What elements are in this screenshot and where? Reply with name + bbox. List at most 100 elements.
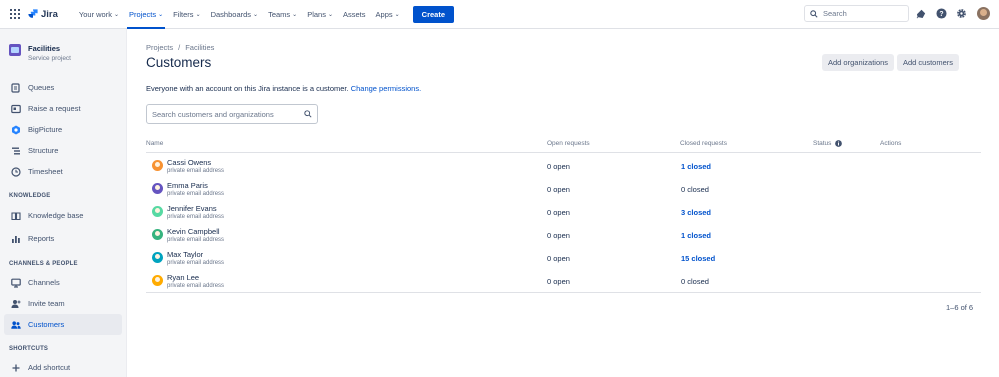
raise-request-icon bbox=[11, 104, 21, 113]
column-header-status-label: Status bbox=[813, 140, 832, 147]
column-header-name[interactable]: Name bbox=[146, 140, 163, 147]
customer-name[interactable]: Kevin Campbell bbox=[167, 227, 220, 236]
sidebar-item-label: Reports bbox=[28, 234, 55, 243]
notifications-icon[interactable] bbox=[916, 8, 927, 19]
closed-requests-link[interactable]: 1 closed bbox=[681, 231, 711, 240]
add-organizations-button[interactable]: Add organizations bbox=[822, 54, 895, 71]
sidebar-item-add-shortcut[interactable]: Add shortcut bbox=[4, 357, 122, 377]
nav-apps[interactable]: Apps ⌄ bbox=[371, 0, 405, 29]
change-permissions-link[interactable]: Change permissions. bbox=[351, 84, 421, 93]
nav-teams[interactable]: Teams ⌄ bbox=[263, 0, 302, 29]
sidebar-item-timesheet[interactable]: Timesheet bbox=[4, 161, 122, 182]
project-avatar-icon bbox=[9, 44, 21, 56]
customers-icon bbox=[11, 320, 21, 329]
table-row: Emma Paris private email address 0 open … bbox=[146, 179, 981, 202]
nav-filters-label: Filters bbox=[173, 9, 194, 19]
breadcrumb: Projects / Facilities bbox=[146, 43, 214, 52]
customer-name[interactable]: Ryan Lee bbox=[167, 273, 199, 282]
table-row: Max Taylor private email address 0 open … bbox=[146, 248, 981, 271]
sidebar-item-label: Customers bbox=[28, 320, 65, 329]
customer-search-input[interactable]: Search customers and organizations bbox=[146, 104, 318, 124]
sidebar-item-label: Timesheet bbox=[28, 167, 63, 176]
plus-icon bbox=[12, 364, 20, 371]
svg-text:?: ? bbox=[939, 11, 943, 18]
column-header-closed-requests[interactable]: Closed requests bbox=[680, 140, 727, 147]
project-sidebar: Facilities Service project Queues Raise … bbox=[0, 29, 127, 377]
nav-dashboards[interactable]: Dashboards ⌄ bbox=[206, 0, 263, 29]
sidebar-item-channels[interactable]: Channels bbox=[4, 272, 122, 293]
breadcrumb-facilities[interactable]: Facilities bbox=[185, 43, 214, 52]
sidebar-item-knowledge-base[interactable]: Knowledge base bbox=[4, 205, 122, 226]
nav-dashboards-label: Dashboards bbox=[210, 9, 252, 19]
breadcrumb-projects[interactable]: Projects bbox=[146, 43, 173, 52]
nav-projects-label: Projects bbox=[129, 9, 157, 19]
open-requests-count: 0 open bbox=[547, 162, 570, 171]
table-row: Cassi Owens private email address 0 open… bbox=[146, 156, 981, 179]
sidebar-item-customers[interactable]: Customers bbox=[4, 314, 122, 335]
customer-email: private email address bbox=[167, 237, 225, 243]
chevron-down-icon: ⌄ bbox=[195, 11, 201, 18]
sidebar-item-structure[interactable]: Structure bbox=[4, 140, 122, 161]
jira-logo-text: Jira bbox=[41, 8, 58, 20]
customer-avatar bbox=[152, 275, 163, 286]
nav-teams-label: Teams bbox=[268, 9, 291, 19]
add-customers-button[interactable]: Add customers bbox=[897, 54, 960, 71]
sidebar-item-raise-request[interactable]: Raise a request bbox=[4, 98, 122, 119]
channels-icon bbox=[11, 278, 21, 288]
closed-requests-link[interactable]: 1 closed bbox=[681, 162, 711, 171]
closed-requests-link[interactable]: 15 closed bbox=[681, 254, 715, 263]
global-search-input[interactable]: Search bbox=[804, 5, 909, 22]
search-icon bbox=[810, 9, 818, 18]
table-row: Kevin Campbell private email address 0 o… bbox=[146, 225, 981, 248]
shortcuts-heading: SHORTCUTS bbox=[9, 346, 49, 352]
jira-logo-icon bbox=[28, 9, 38, 18]
settings-gear-icon[interactable] bbox=[956, 8, 967, 19]
nav-assets[interactable]: Assets bbox=[338, 0, 371, 29]
sidebar-item-label: Knowledge base bbox=[28, 211, 84, 220]
sidebar-item-invite-team[interactable]: Invite team bbox=[4, 293, 122, 314]
sidebar-item-label: Structure bbox=[28, 146, 59, 155]
permissions-notice: Everyone with an account on this Jira in… bbox=[146, 84, 421, 93]
column-header-status[interactable]: Status bbox=[813, 140, 843, 147]
table-bottom-divider bbox=[146, 292, 981, 293]
open-requests-count: 0 open bbox=[547, 185, 570, 194]
customer-name[interactable]: Max Taylor bbox=[167, 250, 203, 259]
customer-avatar bbox=[152, 252, 163, 263]
invite-team-icon bbox=[11, 299, 21, 308]
profile-avatar[interactable] bbox=[977, 7, 990, 20]
top-navigation: Jira Your work ⌄ Projects ⌄ Filters ⌄ Dashb… bbox=[0, 0, 999, 29]
customer-email: private email address bbox=[167, 283, 225, 289]
global-search-placeholder: Search bbox=[823, 9, 847, 18]
sidebar-item-reports[interactable]: Reports bbox=[4, 228, 122, 249]
customer-name[interactable]: Cassi Owens bbox=[167, 158, 211, 167]
customer-name[interactable]: Emma Paris bbox=[167, 181, 208, 190]
nav-plans[interactable]: Plans ⌄ bbox=[302, 0, 338, 29]
info-icon[interactable] bbox=[835, 140, 843, 147]
chevron-down-icon: ⌄ bbox=[253, 11, 259, 18]
create-button[interactable]: Create bbox=[412, 5, 455, 23]
sidebar-item-bigpicture[interactable]: BigPicture bbox=[4, 119, 122, 140]
project-type: Service project bbox=[28, 55, 71, 62]
project-header[interactable]: Facilities Service project bbox=[9, 44, 71, 62]
nav-filters[interactable]: Filters ⌄ bbox=[168, 0, 205, 29]
queues-icon bbox=[11, 82, 20, 93]
project-name: Facilities bbox=[28, 44, 61, 53]
help-icon[interactable]: ? bbox=[936, 8, 947, 19]
customer-name[interactable]: Jennifer Evans bbox=[167, 204, 217, 213]
open-requests-count: 0 open bbox=[547, 277, 570, 286]
sidebar-item-label: Invite team bbox=[28, 299, 65, 308]
page-title: Customers bbox=[146, 55, 212, 70]
nav-your-work[interactable]: Your work ⌄ bbox=[74, 0, 124, 29]
closed-requests-link[interactable]: 3 closed bbox=[681, 208, 711, 217]
open-requests-count: 0 open bbox=[547, 231, 570, 240]
column-header-open-requests[interactable]: Open requests bbox=[547, 140, 590, 147]
customer-email: private email address bbox=[167, 191, 225, 197]
chevron-down-icon: ⌄ bbox=[327, 11, 333, 18]
jira-logo[interactable]: Jira bbox=[28, 9, 58, 20]
nav-apps-label: Apps bbox=[375, 9, 393, 19]
nav-projects[interactable]: Projects ⌄ bbox=[124, 0, 168, 29]
sidebar-item-queues[interactable]: Queues bbox=[4, 77, 122, 98]
app-switcher-icon[interactable] bbox=[10, 9, 20, 19]
customer-email: private email address bbox=[167, 260, 225, 266]
sidebar-item-label: Add shortcut bbox=[28, 363, 71, 372]
